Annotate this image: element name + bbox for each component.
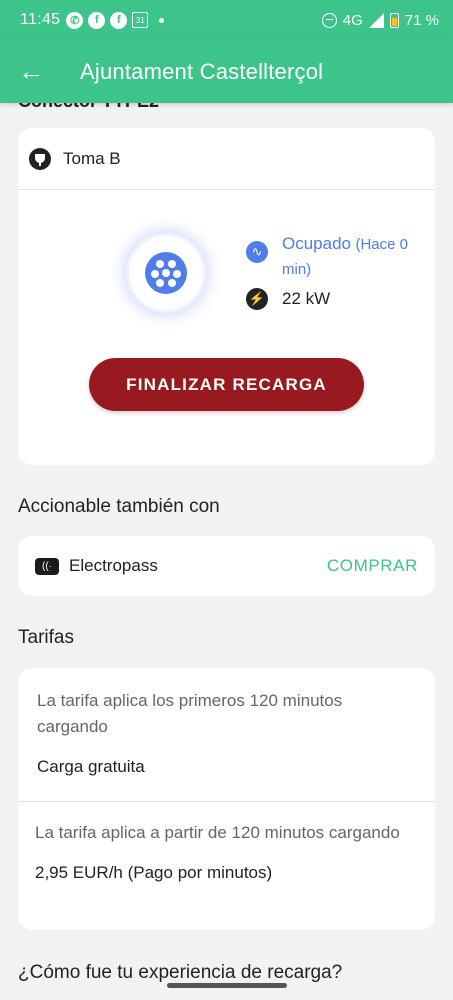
scroll-content[interactable]: Conector TYPE2 Toma B ∿ Ocupado (Hace 0 … [0,103,453,1000]
connector-face [145,252,187,294]
signal-icon [368,12,384,28]
tariff-item: La tarifa aplica los primeros 120 minuto… [18,688,435,777]
connector-pin [156,279,164,287]
status-text: Ocupado (Hace 0 min) [282,231,426,282]
status-label: Ocupado [282,234,351,253]
power-row: ⚡ 22 kW [246,288,330,310]
battery-icon [389,12,399,28]
facebook-icon: f [88,11,106,29]
tarifas-card: La tarifa aplica los primeros 120 minuto… [18,668,435,930]
buy-button[interactable]: COMPRAR [327,556,418,576]
connector-pin [173,270,181,278]
connector-pin [156,260,164,268]
facebook-icon: f [110,11,128,29]
status-right: 4G 71 % [321,11,439,29]
electropass-card: ((· Electropass COMPRAR [18,536,435,596]
toma-card: Toma B ∿ Ocupado (Hace 0 min) ⚡ 22 kW FI… [18,128,435,465]
notification-icons: ✆ f f 31 [66,11,165,29]
electropass-label: Electropass [69,556,158,575]
network-type: 4G [342,11,363,29]
back-button[interactable]: ← [0,40,62,103]
power-value: 22 kW [282,289,331,308]
nfc-card-icon: ((· [35,557,59,575]
tariff-item: La tarifa aplica a partir de 120 minutos… [18,820,435,883]
experience-title: ¿Cómo fue tu experiencia de recarga? [18,962,343,983]
battery-level: 71 % [404,11,439,29]
accionable-title: Accionable también con [18,496,220,517]
toma-label: Toma B [63,148,121,168]
connector-type2-icon [129,236,203,310]
calendar-icon: 31 [132,12,149,28]
tariff-description: La tarifa aplica a partir de 120 minutos… [35,823,400,842]
toma-header: Toma B [18,128,435,190]
status-bar: 11:45 ✆ f f 31 4G 71 % [0,0,453,40]
status-time: 11:45 [20,11,61,28]
connector-pin [168,260,176,268]
tariff-price: Carga gratuita [37,757,145,776]
connector-pin [168,279,176,287]
connector-pin [151,270,159,278]
lightning-icon: ⚡ [246,288,268,310]
finish-charge-button[interactable]: FINALIZAR RECARGA [89,358,364,411]
activity-icon: ∿ [246,241,268,263]
gesture-nav-bar[interactable] [167,983,287,988]
arrow-back-icon: ← [18,56,44,86]
tariff-description: La tarifa aplica los primeros 120 minuto… [37,691,343,736]
tariff-price: 2,95 EUR/h (Pago por minutos) [35,863,273,882]
divider [18,801,435,802]
tarifas-title: Tarifas [18,627,74,648]
status-row: ∿ Ocupado (Hace 0 min) [246,231,426,282]
app-bar: ← Ajuntament Castellterçol [0,40,453,103]
page-title: Ajuntament Castellterçol [80,58,324,84]
whatsapp-icon: ✆ [66,11,84,29]
plug-icon [29,147,51,170]
do-not-disturb-icon [321,12,337,28]
connector-pin [162,269,170,277]
connector-heading: Conector TYPE2 [18,103,159,112]
more-notifications-dot [159,17,165,23]
